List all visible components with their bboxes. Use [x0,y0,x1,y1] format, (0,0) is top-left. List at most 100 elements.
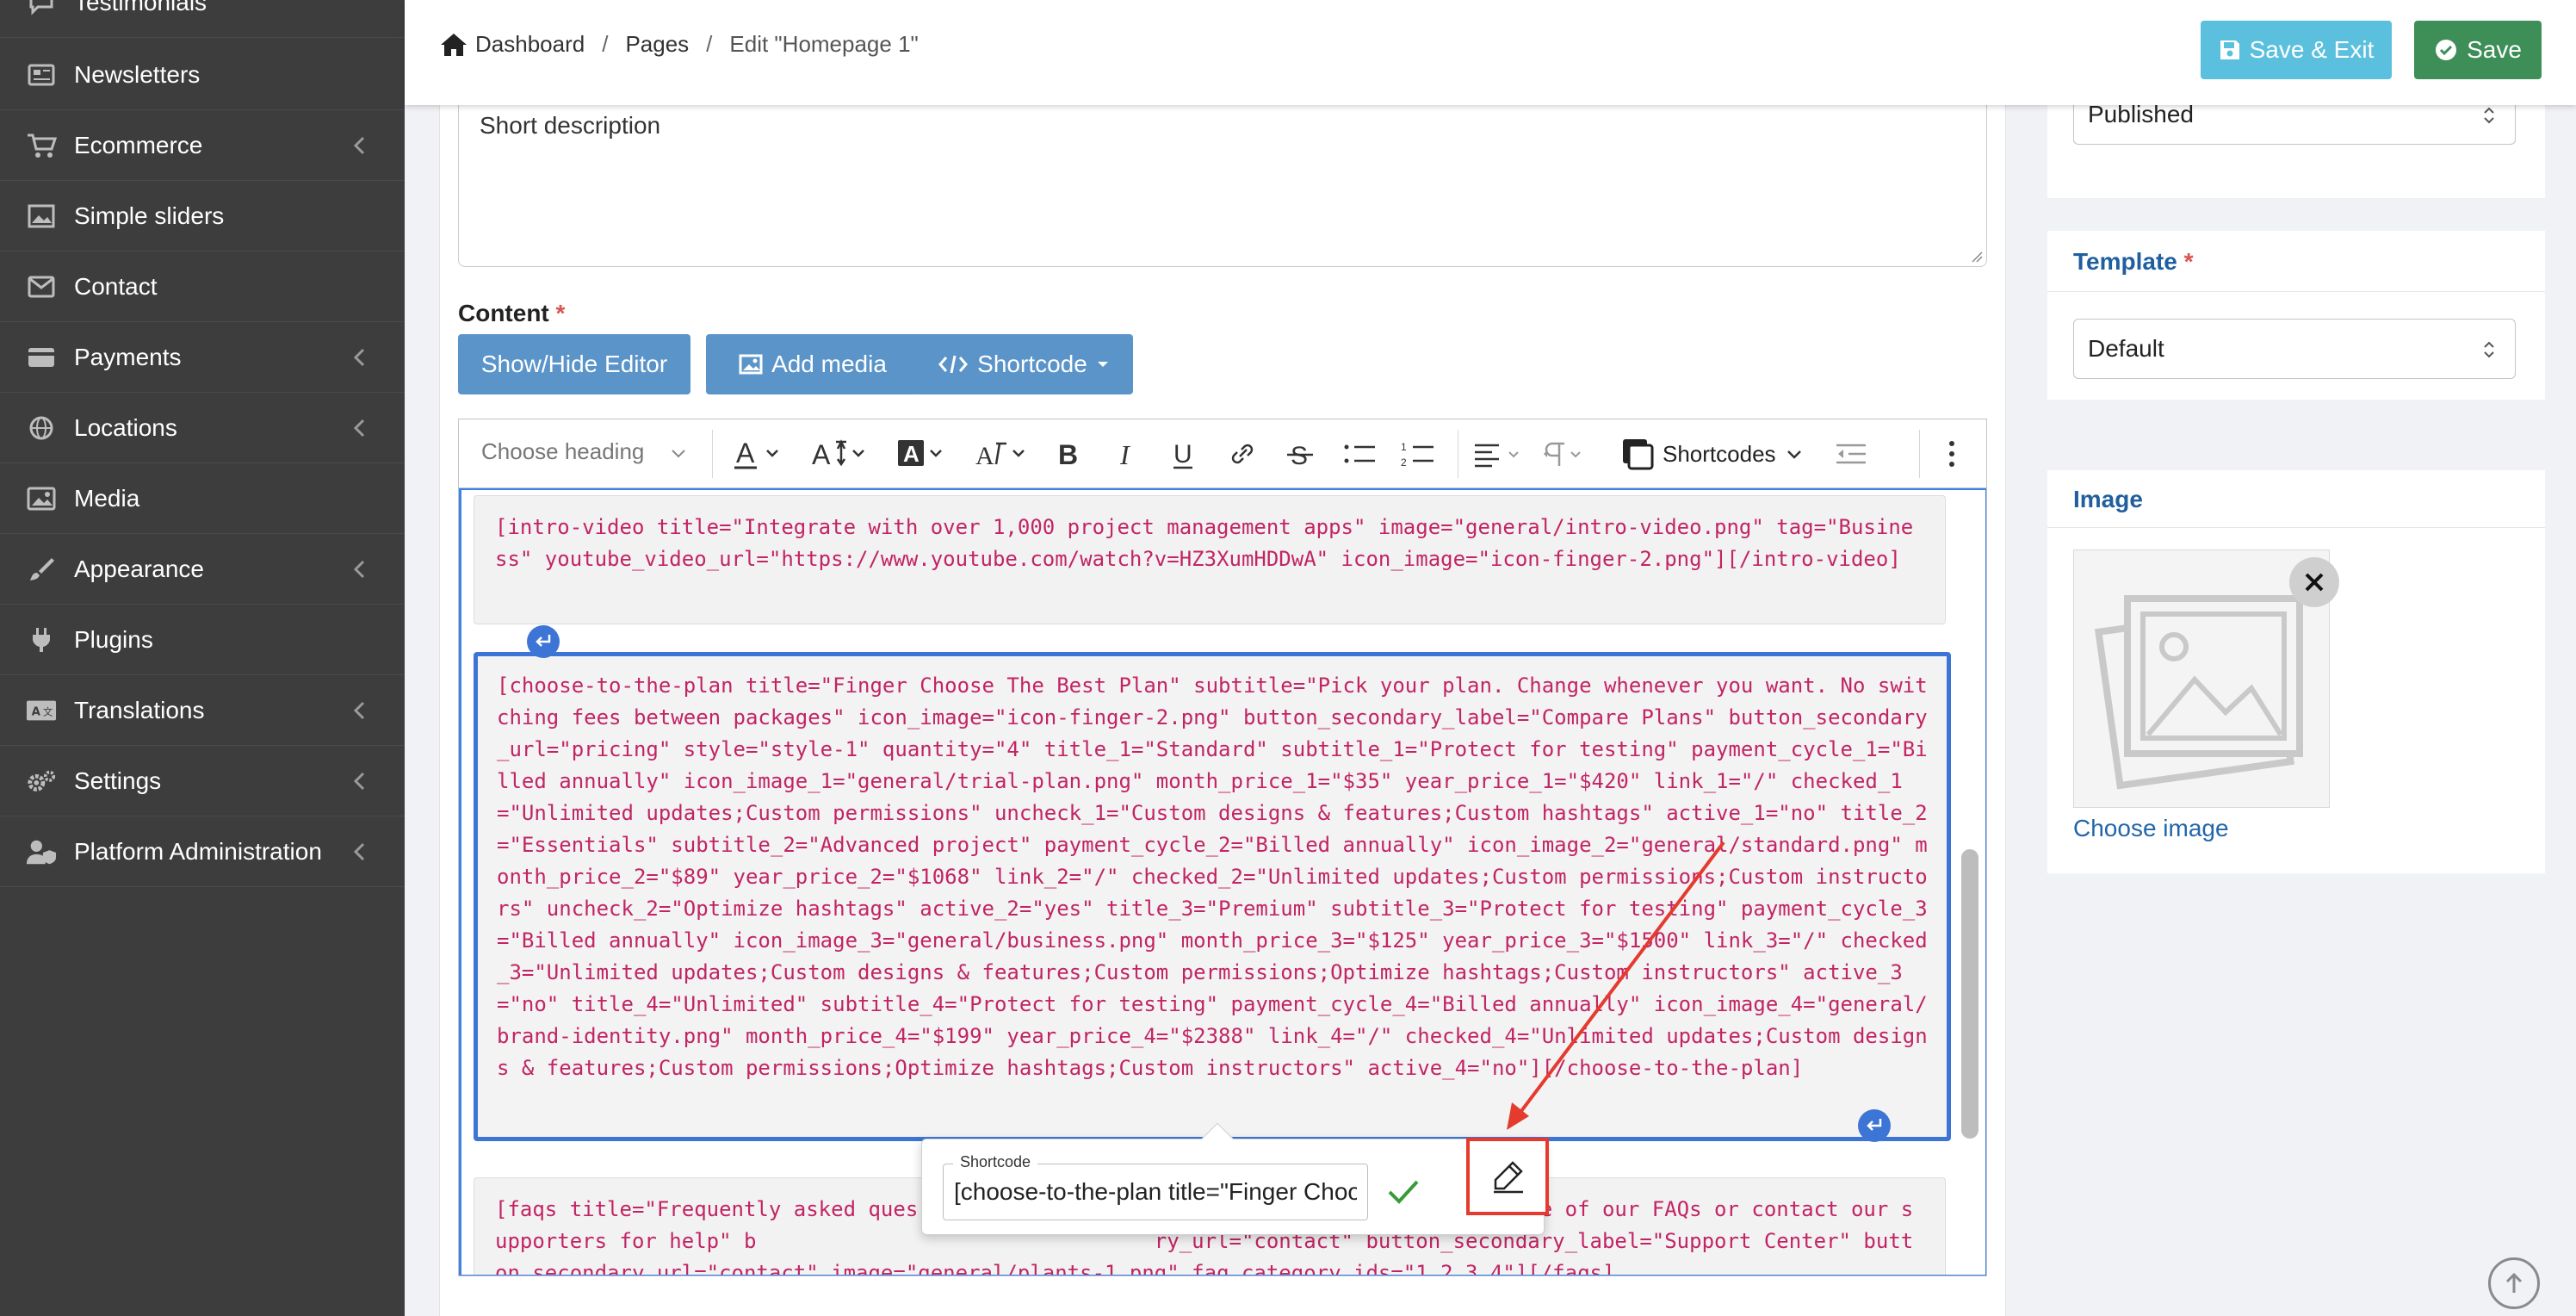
close-icon [2305,573,2324,592]
svg-text:文: 文 [43,706,53,718]
outdent-button[interactable] [1833,437,1871,471]
font-family-button[interactable]: A [974,437,1036,471]
bold-button[interactable]: B [1051,437,1086,471]
editor-scrollbar[interactable] [1961,849,1978,1139]
insert-paragraph-before-button[interactable] [527,625,560,658]
short-description-textarea[interactable]: Short description [458,105,1987,267]
shortcodes-dropdown[interactable]: Shortcodes [1621,437,1804,471]
sidebar-item-platform-administration[interactable]: Platform Administration [0,816,405,887]
underline-icon: U [1173,440,1192,469]
template-box: Template * Default [2047,231,2545,400]
heading-dropdown[interactable]: Choose heading [481,438,644,465]
sidebar-item-testimonials[interactable]: Testimonials [0,0,405,38]
sidebar-item-media[interactable]: Media [0,463,405,534]
svg-text:A: A [812,439,831,470]
image-thumbnail[interactable] [2073,549,2339,808]
breadcrumb-pages[interactable]: Pages [625,31,689,58]
edit-shortcode-button[interactable] [1466,1138,1549,1215]
check-circle-icon [2436,40,2457,60]
sidebar-item-ecommerce[interactable]: Ecommerce [0,110,405,181]
envelope-icon [26,274,57,300]
select-arrows-icon [2484,107,2494,124]
breadcrumb: Dashboard / Pages / Edit "Homepage 1" [439,31,919,58]
paragraph-icon [1544,442,1581,466]
language-icon: A文 [26,698,57,723]
insert-paragraph-after-button[interactable] [1858,1109,1891,1142]
chevron-left-icon [353,701,365,720]
save-and-exit-button[interactable]: Save & Exit [2201,21,2392,79]
confirm-shortcode-button[interactable] [1382,1170,1425,1214]
outdent-icon [1836,444,1866,464]
select-arrows-icon [2484,341,2494,358]
sidebar-item-label: Media [74,484,140,512]
show-hide-editor-button[interactable]: Show/Hide Editor [458,334,690,394]
shortcode-block-intro-video[interactable]: [intro-video title="Integrate with over … [474,495,1946,624]
sidebar-item-plugins[interactable]: Plugins [0,605,405,675]
newspaper-icon [26,62,57,88]
sidebar-item-label: Settings [74,767,162,794]
sidebar-item-label: Platform Administration [74,837,322,865]
bulleted-list-icon [1344,444,1375,463]
sidebar: Testimonials Newsletters Ecommerce Simpl… [0,0,405,1316]
sidebar-item-simple-sliders[interactable]: Simple sliders [0,181,405,251]
bold-icon: B [1058,439,1078,470]
link-button[interactable] [1225,437,1260,471]
save-button[interactable]: Save [2414,21,2542,79]
sidebar-item-label: Simple sliders [74,202,225,229]
sidebar-item-translations[interactable]: A文 Translations [0,675,405,746]
font-color-button[interactable]: A [733,437,793,471]
breadcrumb-current: Edit "Homepage 1" [729,31,919,57]
svg-text:S: S [1291,442,1308,470]
font-family-icon: A [975,442,1025,470]
chevron-left-icon [353,136,365,155]
check-icon [1388,1180,1419,1204]
shortcode-field-label: Shortcode [953,1153,1038,1171]
sidebar-item-payments[interactable]: Payments [0,322,405,393]
sidebar-item-label: Ecommerce [74,131,203,158]
chevron-left-icon [353,560,365,579]
home-icon [441,33,467,56]
remove-image-button[interactable] [2289,557,2339,607]
svg-text:I: I [1119,439,1130,470]
italic-button[interactable]: I [1110,437,1144,471]
sidebar-item-appearance[interactable]: Appearance [0,534,405,605]
strikethrough-button[interactable]: S [1284,437,1318,471]
template-select[interactable]: Default [2073,319,2516,379]
shortcode-input[interactable] [943,1164,1368,1220]
scroll-to-top-button[interactable] [2488,1257,2540,1309]
plug-icon [26,627,57,653]
svg-text:A: A [736,438,755,469]
font-background-icon: A [898,440,942,467]
more-options-button[interactable] [1947,437,1957,471]
text-direction-button[interactable] [1540,437,1601,471]
bulleted-list-button[interactable] [1341,437,1378,471]
top-header: Dashboard / Pages / Edit "Homepage 1" Sa… [405,0,2576,105]
resize-handle-icon[interactable] [1971,251,1983,263]
sidebar-item-contact[interactable]: Contact [0,251,405,322]
template-title: Template * [2073,248,2194,275]
globe-icon [26,415,57,441]
code-icon [938,355,969,374]
user-shield-icon [26,839,57,865]
cart-icon [26,133,57,158]
pencil-icon [1494,1161,1523,1194]
alignment-button[interactable] [1471,437,1532,471]
shortcode-block-choose-plan[interactable]: [choose-to-the-plan title="Finger Choose… [474,652,1951,1141]
numbered-list-button[interactable]: 12 [1399,437,1437,471]
editor-toolbar: Choose heading A A A A B I U S 12 Shortc… [459,419,1986,488]
sidebar-item-settings[interactable]: Settings [0,746,405,816]
font-size-button[interactable]: A [810,437,879,471]
chevron-down-icon [1786,450,1801,459]
shortcode-dropdown-button[interactable]: Shortcode [914,334,1133,394]
choose-image-link[interactable]: Choose image [2073,815,2229,842]
svg-text:1: 1 [1401,441,1407,453]
font-background-button[interactable]: A [896,437,957,471]
underline-button[interactable]: U [1167,437,1201,471]
sidebar-item-locations[interactable]: Locations [0,393,405,463]
arrow-up-icon [2505,1272,2523,1293]
add-media-button[interactable]: Add media [706,334,920,394]
image-icon [739,354,763,375]
sidebar-item-newsletters[interactable]: Newsletters [0,40,405,110]
breadcrumb-dashboard[interactable]: Dashboard [475,31,585,58]
floppy-disk-icon [2220,40,2239,59]
